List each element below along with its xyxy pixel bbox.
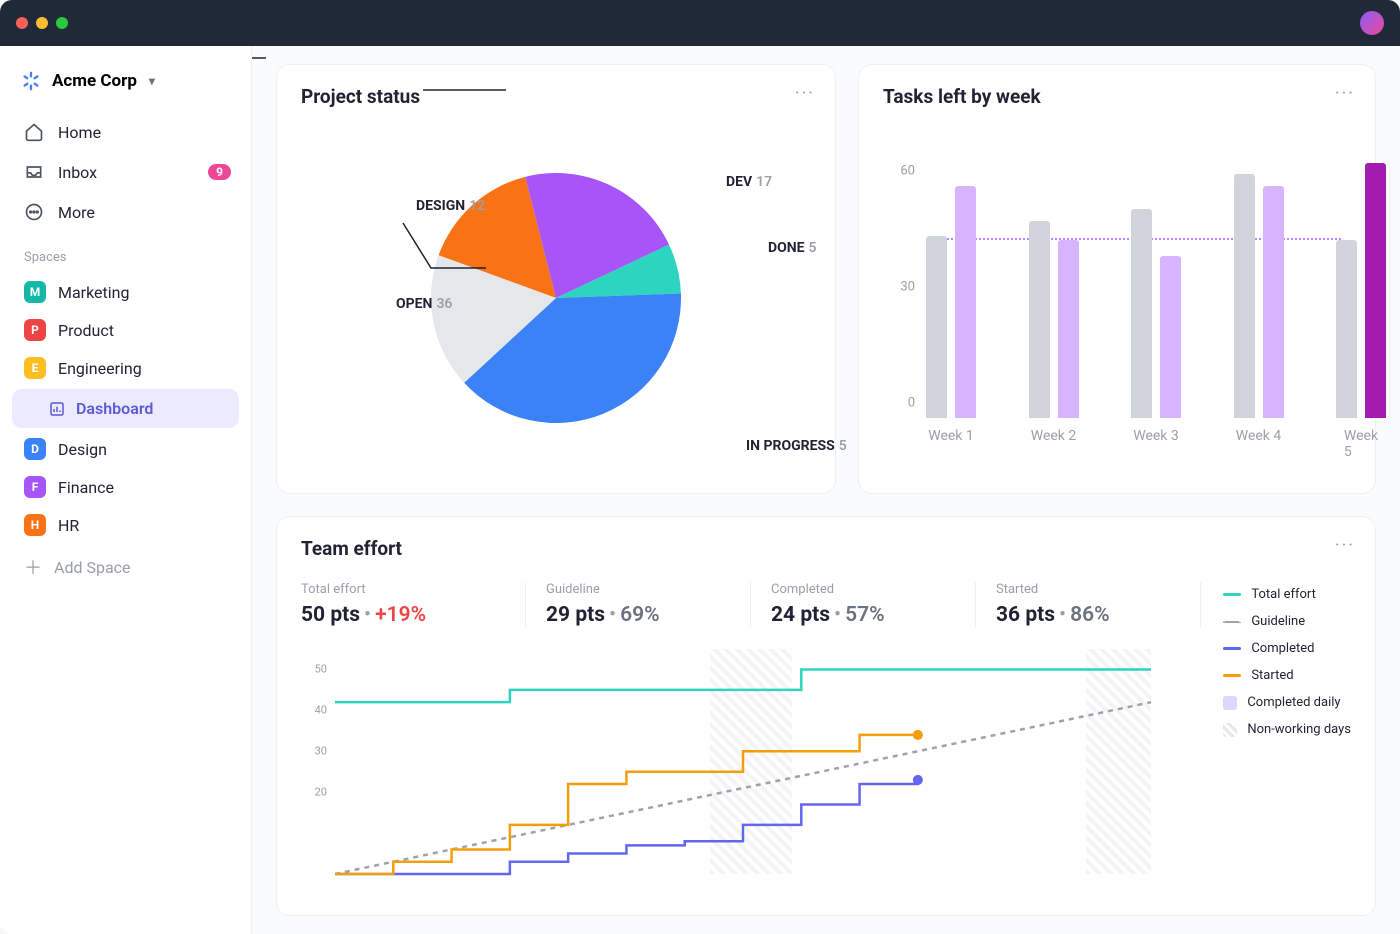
- bar: [1131, 209, 1152, 418]
- workspace-logo-icon: [20, 70, 42, 92]
- y-tick: 30: [315, 745, 327, 758]
- bar: [1160, 256, 1181, 418]
- pie-label-in-progress: IN PROGRESS5: [746, 438, 847, 454]
- y-tick: 0: [908, 396, 915, 411]
- space-name: Design: [58, 440, 107, 459]
- bar: [955, 186, 976, 418]
- pie-label-dev: DEV17: [726, 174, 772, 190]
- y-tick: 20: [315, 786, 327, 799]
- bar: [1058, 240, 1079, 418]
- spaces-section-label: Spaces: [12, 232, 239, 273]
- workspace-switcher[interactable]: Acme Corp ▾: [12, 62, 239, 100]
- space-avatar-icon: D: [24, 438, 46, 460]
- stat-guideline: Guideline 29 pts•69%: [526, 582, 751, 627]
- project-status-menu[interactable]: ···: [795, 83, 815, 104]
- stat-label: Completed: [771, 582, 955, 597]
- nav-more-label: More: [58, 203, 95, 222]
- workspace-name: Acme Corp: [52, 71, 137, 91]
- team-effort-card: Team effort ··· Total effort 50 pts•+19%…: [276, 516, 1376, 916]
- team-effort-menu[interactable]: ···: [1335, 535, 1355, 556]
- space-avatar-icon: P: [24, 319, 46, 341]
- stat-value: 36 pts•86%: [996, 603, 1180, 627]
- chevron-down-icon: ▾: [149, 74, 155, 88]
- plus-icon: ＋: [24, 554, 42, 580]
- stat-total-effort: Total effort 50 pts•+19%: [301, 582, 526, 627]
- tasks-left-card: Tasks left by week ··· 0 30 60 Week 1 Week …: [858, 64, 1376, 494]
- pie-label-open: OPEN36: [396, 296, 452, 312]
- project-status-card: Project status ··· DESIGN12DEV17DONE5IN …: [276, 64, 836, 494]
- stat-label: Started: [996, 582, 1180, 597]
- space-avatar-icon: E: [24, 357, 46, 379]
- nav-home-label: Home: [58, 123, 101, 142]
- stat-value: 50 pts•+19%: [301, 603, 505, 627]
- stat-label: Total effort: [301, 582, 505, 597]
- space-item-design[interactable]: D Design: [12, 430, 239, 468]
- inbox-icon: [24, 162, 44, 182]
- nav-inbox-label: Inbox: [58, 163, 97, 182]
- space-subitem-dashboard[interactable]: Dashboard: [12, 389, 239, 428]
- stat-value: 24 pts•57%: [771, 603, 955, 627]
- add-space-label: Add Space: [54, 558, 131, 577]
- more-icon: [24, 202, 44, 222]
- space-avatar-icon: H: [24, 514, 46, 536]
- bar: [1029, 221, 1050, 418]
- tasks-left-title: Tasks left by week: [883, 85, 1351, 108]
- team-effort-title: Team effort: [301, 537, 1351, 560]
- bar: [926, 236, 947, 418]
- y-tick: 60: [900, 164, 915, 179]
- space-name: Marketing: [58, 283, 129, 302]
- project-status-title: Project status: [301, 85, 811, 108]
- space-name: Finance: [58, 478, 114, 497]
- stat-label: Guideline: [546, 582, 730, 597]
- stat-completed: Completed 24 pts•57%: [751, 582, 976, 627]
- x-label: Week 2: [1031, 428, 1077, 444]
- space-name: HR: [58, 516, 79, 535]
- bar: [1365, 163, 1386, 418]
- stat-value: 29 pts•69%: [546, 603, 730, 627]
- inbox-badge: 9: [208, 164, 231, 180]
- nav-inbox[interactable]: Inbox 9: [12, 152, 239, 192]
- user-avatar[interactable]: [1360, 11, 1384, 35]
- y-tick: 50: [315, 663, 327, 676]
- nav-more[interactable]: More: [12, 192, 239, 232]
- legend-guideline: Guideline: [1251, 614, 1305, 629]
- window-close-button[interactable]: [16, 17, 28, 29]
- space-name: Engineering: [58, 359, 142, 378]
- window-titlebar: [0, 0, 1400, 46]
- space-avatar-icon: M: [24, 281, 46, 303]
- pie-label-done: DONE5: [768, 240, 817, 256]
- x-label: Week 5: [1344, 428, 1378, 460]
- space-item-product[interactable]: P Product: [12, 311, 239, 349]
- bar: [1263, 186, 1284, 418]
- stat-started: Started 36 pts•86%: [976, 582, 1201, 627]
- add-space-button[interactable]: ＋ Add Space: [12, 544, 239, 590]
- sidebar: Acme Corp ▾ Home Inbox 9 More Spaces M Ma…: [0, 46, 252, 934]
- space-avatar-icon: F: [24, 476, 46, 498]
- line-completed: [335, 780, 918, 874]
- space-subitem-label: Dashboard: [76, 399, 153, 418]
- space-item-engineering[interactable]: E Engineering: [12, 349, 239, 387]
- x-label: Week 3: [1133, 428, 1179, 444]
- y-tick: 30: [900, 280, 915, 295]
- line-total-effort: [335, 669, 1151, 702]
- nav-home[interactable]: Home: [12, 112, 239, 152]
- window-minimize-button[interactable]: [36, 17, 48, 29]
- home-icon: [24, 122, 44, 142]
- y-tick: 40: [315, 704, 327, 717]
- space-item-finance[interactable]: F Finance: [12, 468, 239, 506]
- x-label: Week 4: [1236, 428, 1282, 444]
- dashboard-icon: [48, 400, 66, 418]
- bar: [1234, 174, 1255, 418]
- legend-total: Total effort: [1251, 587, 1316, 602]
- tasks-left-menu[interactable]: ···: [1335, 83, 1355, 104]
- space-item-marketing[interactable]: M Marketing: [12, 273, 239, 311]
- pie-label-design: DESIGN12: [416, 198, 485, 214]
- window-maximize-button[interactable]: [56, 17, 68, 29]
- bar: [1336, 240, 1357, 418]
- x-label: Week 1: [928, 428, 974, 444]
- space-item-hr[interactable]: H HR: [12, 506, 239, 544]
- space-name: Product: [58, 321, 114, 340]
